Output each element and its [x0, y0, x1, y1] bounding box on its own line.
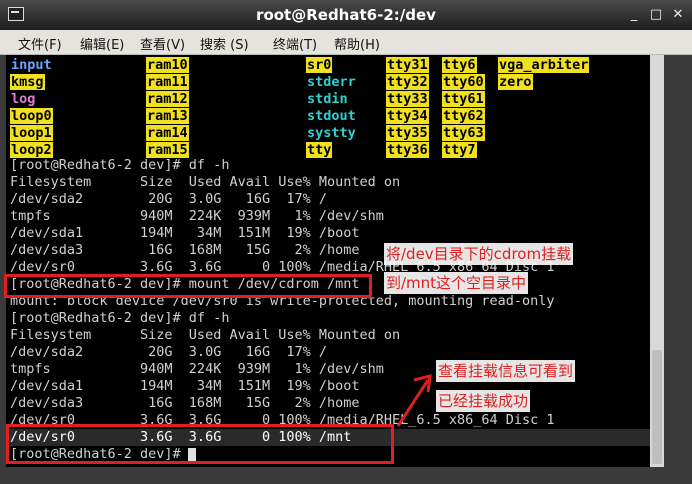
- menu-help[interactable]: 帮助(H): [334, 34, 380, 53]
- terminal-line: /dev/sda2 20G 3.0G 16G 17% /: [10, 191, 327, 207]
- ls-entry: log: [11, 91, 36, 107]
- ls-entry: loop2: [10, 142, 53, 158]
- mount-command-box: [4, 274, 372, 298]
- menu-terminal[interactable]: 终端(T): [273, 34, 317, 53]
- vertical-scrollbar[interactable]: [650, 55, 664, 467]
- ls-entry: loop1: [10, 125, 53, 141]
- ls-entry: tty34: [386, 108, 429, 124]
- ls-entry: stdin: [307, 91, 348, 107]
- ls-entry: input: [11, 57, 52, 73]
- terminal-line: /dev/sda1 194M 34M 151M 19% /boot: [10, 378, 360, 394]
- terminal-line: /dev/sda3 16G 168M 15G 2% /home: [10, 242, 360, 258]
- ls-entry: loop0: [10, 108, 53, 124]
- ls-entry: ram12: [146, 91, 189, 107]
- ls-entry: tty63: [442, 125, 485, 141]
- ls-entry: kmsg: [10, 74, 45, 90]
- menu-search[interactable]: 搜索 (S): [200, 34, 249, 53]
- terminal-line: Filesystem Size Used Avail Use% Mounted …: [10, 327, 401, 343]
- title-bar: root@Redhat6-2:/dev _ □ ✕: [0, 0, 692, 30]
- check-note-line1: 查看挂载信息可看到: [436, 360, 576, 382]
- menu-view[interactable]: 查看(V): [140, 34, 185, 53]
- menu-edit[interactable]: 编辑(E): [80, 34, 124, 53]
- ls-entry: systty: [307, 125, 356, 141]
- ls-entry: stderr: [307, 74, 356, 90]
- terminal-line: tmpfs 940M 224K 939M 1% /dev/shm: [10, 361, 384, 377]
- ls-entry: ram14: [146, 125, 189, 141]
- ls-entry: zero: [498, 74, 533, 90]
- ls-entry: tty32: [386, 74, 429, 90]
- mount-note-line2: 到/mnt这个空目录中: [384, 272, 529, 294]
- ls-entry: ram15: [146, 142, 189, 158]
- minimize-button[interactable]: _: [626, 7, 642, 23]
- window-title: root@Redhat6-2:/dev: [256, 6, 436, 24]
- ls-entry: ram10: [146, 57, 189, 73]
- annotation-arrow-icon: [396, 374, 432, 427]
- ls-entry: tty62: [442, 108, 485, 124]
- terminal-line: Filesystem Size Used Avail Use% Mounted …: [10, 174, 401, 190]
- close-button[interactable]: ✕: [670, 7, 686, 23]
- ls-entry: sr0: [306, 57, 333, 73]
- ls-entry: tty7: [442, 142, 477, 158]
- menu-bar: 文件(F) 编辑(E) 查看(V) 搜索 (S) 终端(T) 帮助(H): [0, 30, 692, 55]
- terminal-line: [root@Redhat6-2 dev]# df -h: [10, 157, 230, 173]
- mount-note-line1: 将/dev目录下的cdrom挂载: [384, 243, 574, 265]
- ls-entry: tty: [306, 142, 333, 158]
- maximize-button[interactable]: □: [648, 7, 664, 23]
- ls-entry: tty36: [386, 142, 429, 158]
- terminal-line: /dev/sda3 16G 168M 15G 2% /home: [10, 395, 360, 411]
- ls-entry: tty35: [386, 125, 429, 141]
- ls-entry: ram11: [146, 74, 189, 90]
- ls-entry: tty33: [386, 91, 429, 107]
- terminal-line: /dev/sda2 20G 3.0G 16G 17% /: [10, 344, 327, 360]
- mount-result-box: [6, 424, 394, 464]
- ls-entry: tty61: [442, 91, 485, 107]
- ls-entry: vga_arbiter: [498, 57, 590, 73]
- ls-entry: tty60: [442, 74, 485, 90]
- ls-entry: ram13: [146, 108, 189, 124]
- menu-file[interactable]: 文件(F): [18, 34, 62, 53]
- terminal-line: tmpfs 940M 224K 939M 1% /dev/shm: [10, 208, 384, 224]
- ls-entry: tty31: [386, 57, 429, 73]
- terminal-line: [root@Redhat6-2 dev]# df -h: [10, 310, 230, 326]
- ls-entry: stdout: [307, 108, 356, 124]
- terminal-line: /dev/sda1 194M 34M 151M 19% /boot: [10, 225, 360, 241]
- scrollbar-thumb[interactable]: [652, 350, 662, 464]
- ls-entry: tty6: [442, 57, 477, 73]
- check-note-line2: 已经挂载成功: [436, 390, 531, 412]
